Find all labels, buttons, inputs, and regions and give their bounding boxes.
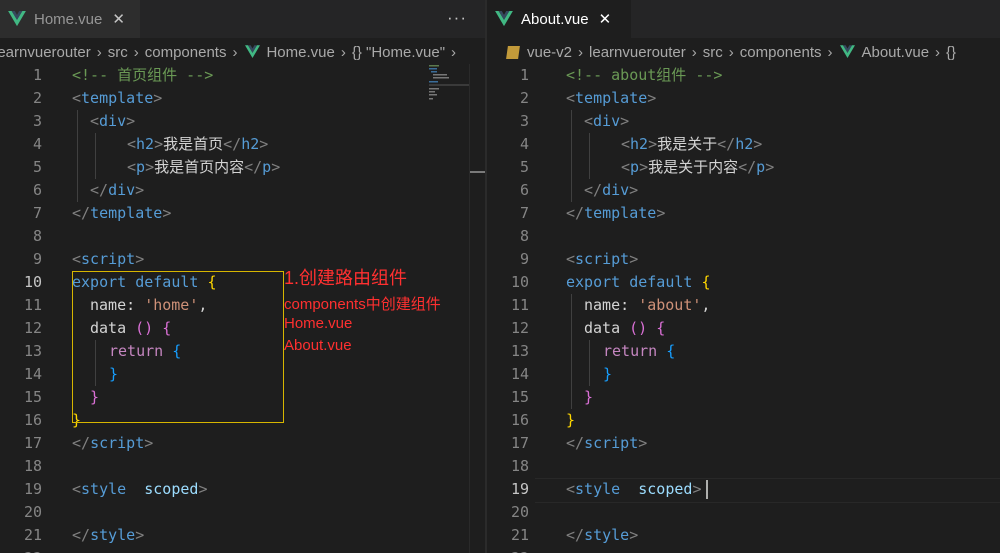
code-line: 10 export default { xyxy=(510,273,711,291)
code-line: 2 <template> xyxy=(519,89,657,107)
code-line: 19 <style scoped> xyxy=(23,480,208,498)
annotation-title: 1.创建路由组件 xyxy=(284,268,408,288)
code-line: 13 return { xyxy=(510,342,676,360)
minimap[interactable] xyxy=(425,64,469,104)
breadcrumb-item[interactable]: {} xyxy=(946,44,956,61)
text-cursor xyxy=(706,480,708,499)
tab-about-vue[interactable]: About.vue ✕ xyxy=(487,0,631,38)
chevron-right-icon: › xyxy=(232,43,238,61)
highlight-box xyxy=(72,271,284,423)
code-line: 12 data () { xyxy=(510,319,666,337)
code-line: 9 <script> xyxy=(519,250,639,268)
code-line: 22 xyxy=(0,547,485,553)
code-line: 11 name: 'about', xyxy=(510,296,711,314)
code-line: 14} xyxy=(510,365,613,383)
breadcrumb-item[interactable]: vue-v2 xyxy=(527,44,572,61)
vue-file-icon xyxy=(245,45,261,58)
editor-group-right: About.vue ✕ vue-v2 › learnvuerouter › sr… xyxy=(487,0,1000,553)
chevron-right-icon: › xyxy=(451,43,457,61)
chevron-right-icon: › xyxy=(133,43,139,61)
code-line: 7 </template> xyxy=(32,204,172,222)
code-line: 18 xyxy=(23,457,42,475)
code-line: 5 <p>我是首页内容</p> xyxy=(32,158,281,176)
code-line: 7 </template> xyxy=(519,204,666,222)
vue-file-icon xyxy=(495,11,513,27)
annotation-line: About.vue xyxy=(284,337,352,354)
chevron-right-icon: › xyxy=(935,43,941,61)
chevron-right-icon: › xyxy=(827,43,833,61)
code-line: 17 </script> xyxy=(23,434,154,452)
folder-icon xyxy=(506,45,520,59)
code-line: 18 xyxy=(510,457,529,475)
vue-file-icon xyxy=(8,11,26,27)
annotation-line: components中创建组件 xyxy=(284,296,441,313)
breadcrumb-item[interactable]: components xyxy=(740,44,822,61)
code-line: 2 <template> xyxy=(32,89,163,107)
code-editor-left[interactable]: 1 <!-- 首页组件 --> 2 <template> 3 <div> 4 <h2>我… xyxy=(0,64,485,553)
tab-label: About.vue xyxy=(521,10,589,28)
close-icon[interactable]: ✕ xyxy=(112,10,125,28)
chevron-right-icon: › xyxy=(578,43,584,61)
breadcrumb-item[interactable]: src xyxy=(108,44,128,61)
code-editor-right[interactable]: 1 <!-- about组件 --> 2 <template> 3 <div> 4 <h… xyxy=(487,64,1000,553)
code-line: 6 </div> xyxy=(32,181,145,199)
breadcrumb-item[interactable]: Home.vue xyxy=(266,44,334,61)
chevron-right-icon: › xyxy=(691,43,697,61)
code-line: 1 <!-- 首页组件 --> xyxy=(32,66,214,84)
chevron-right-icon: › xyxy=(96,43,102,61)
code-line: 15} xyxy=(510,388,594,406)
code-line: 8 xyxy=(519,227,529,245)
breadcrumb-item[interactable]: components xyxy=(145,44,227,61)
chevron-right-icon: › xyxy=(340,43,346,61)
breadcrumb-item[interactable]: src xyxy=(703,44,723,61)
breadcrumb: learnvuerouter › src › components › Home… xyxy=(0,40,485,64)
editor-group-left: Home.vue ✕ ··· learnvuerouter › src › co… xyxy=(0,0,485,553)
code-line: 3 <div> xyxy=(519,112,630,130)
code-line: 1 <!-- about组件 --> xyxy=(519,66,723,84)
code-line: 17 </script> xyxy=(510,434,648,452)
close-icon[interactable]: ✕ xyxy=(599,10,612,28)
code-line: 19 <style scoped> xyxy=(510,480,702,498)
scrollbar-marker xyxy=(470,171,485,173)
tab-bar-right: About.vue ✕ xyxy=(487,0,1000,38)
code-line: 8 xyxy=(32,227,42,245)
tab-label: Home.vue xyxy=(34,10,103,28)
breadcrumb-item[interactable]: About.vue xyxy=(861,44,929,61)
code-line: 22 xyxy=(487,547,1000,553)
code-line: 9 <script> xyxy=(32,250,145,268)
code-line: 21 </style> xyxy=(23,526,145,544)
more-actions-icon[interactable]: ··· xyxy=(447,8,467,28)
breadcrumb-item[interactable]: learnvuerouter xyxy=(0,44,91,61)
vue-file-icon xyxy=(840,45,856,58)
vertical-scrollbar[interactable] xyxy=(469,64,485,553)
code-line: 20 xyxy=(510,503,529,521)
code-line: 5 <p>我是关于内容</p> xyxy=(519,158,775,176)
code-line: 3 <div> xyxy=(32,112,136,130)
code-line: 4 <h2>我是首页</h2> xyxy=(32,135,269,153)
chevron-right-icon: › xyxy=(728,43,734,61)
code-line: 16} xyxy=(510,411,576,429)
code-line: 6 </div> xyxy=(519,181,639,199)
code-line: 21 </style> xyxy=(510,526,639,544)
code-line: 20 xyxy=(23,503,42,521)
breadcrumb-item[interactable]: {} "Home.vue" xyxy=(352,44,445,61)
tab-home-vue[interactable]: Home.vue ✕ xyxy=(0,0,140,38)
breadcrumb-item[interactable]: learnvuerouter xyxy=(589,44,686,61)
annotation-line: Home.vue xyxy=(284,315,353,332)
code-line: 4 <h2>我是关于</h2> xyxy=(519,135,763,153)
tab-bar-left: Home.vue ✕ ··· xyxy=(0,0,485,38)
breadcrumb: vue-v2 › learnvuerouter › src › componen… xyxy=(487,40,1000,64)
